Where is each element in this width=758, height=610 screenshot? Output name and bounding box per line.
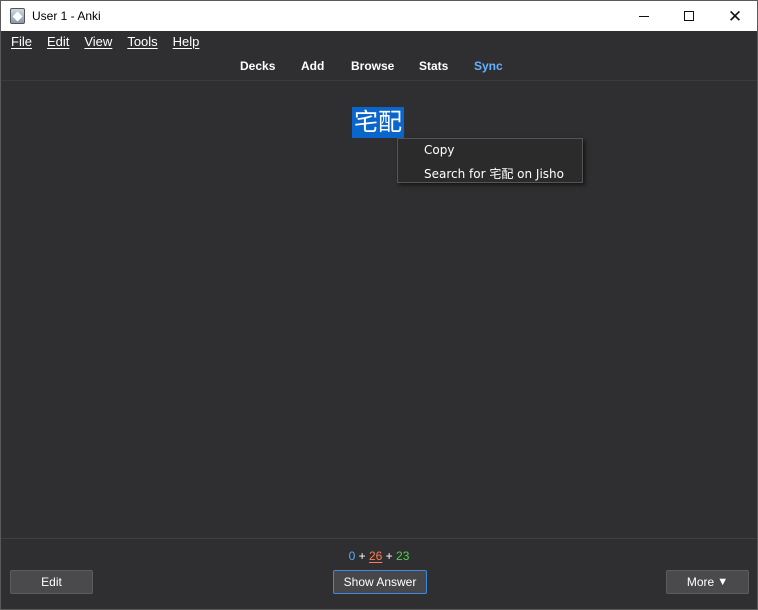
- context-search-jisho[interactable]: Search for 宅配 on Jisho: [424, 165, 564, 182]
- minimize-icon: [639, 15, 649, 17]
- close-icon: ✕: [727, 6, 743, 26]
- context-copy[interactable]: Copy: [424, 143, 454, 157]
- menu-view[interactable]: View: [84, 34, 112, 49]
- menu-help[interactable]: Help: [173, 34, 200, 49]
- edit-button[interactable]: Edit: [10, 570, 93, 594]
- triangle-down-icon: ▼: [717, 576, 729, 588]
- toolbar-add[interactable]: Add: [301, 59, 324, 73]
- count-separator: +: [355, 549, 369, 563]
- main-toolbar: Decks Add Browse Stats Sync: [1, 52, 757, 81]
- menu-tools[interactable]: Tools: [127, 34, 157, 49]
- more-button-label: More: [686, 575, 715, 589]
- toolbar-decks[interactable]: Decks: [240, 59, 275, 73]
- due-counts: 0 + 26 + 23: [1, 549, 757, 563]
- more-button[interactable]: More ▼: [666, 570, 749, 594]
- context-menu: Copy Search for 宅配 on Jisho: [397, 138, 583, 183]
- menu-file[interactable]: File: [11, 34, 32, 49]
- show-answer-button[interactable]: Show Answer: [333, 570, 427, 594]
- toolbar-browse[interactable]: Browse: [351, 59, 394, 73]
- title-bar[interactable]: User 1 - Anki ✕: [1, 1, 757, 31]
- toolbar-stats[interactable]: Stats: [419, 59, 448, 73]
- toolbar-sync[interactable]: Sync: [474, 59, 503, 73]
- menu-edit[interactable]: Edit: [47, 34, 69, 49]
- minimize-button[interactable]: [621, 1, 667, 31]
- card-question-text[interactable]: 宅配: [352, 107, 404, 138]
- learn-count: 26: [368, 549, 383, 563]
- count-separator: +: [382, 549, 397, 563]
- anki-icon: [10, 8, 25, 24]
- bottom-bar: 0 + 26 + 23 Edit Show Answer More ▼: [1, 538, 757, 609]
- show-answer-label: Show Answer: [343, 575, 417, 589]
- window-title: User 1 - Anki: [32, 9, 101, 23]
- anki-window: User 1 - Anki ✕ File Edit View Tools Hel…: [0, 0, 758, 610]
- close-button[interactable]: ✕: [712, 1, 758, 31]
- maximize-button[interactable]: [666, 1, 712, 31]
- card-area: 宅配: [1, 82, 757, 538]
- edit-button-label: Edit: [41, 575, 62, 589]
- menu-bar: File Edit View Tools Help: [1, 31, 757, 52]
- review-count: 23: [396, 549, 410, 563]
- maximize-icon: [684, 11, 694, 21]
